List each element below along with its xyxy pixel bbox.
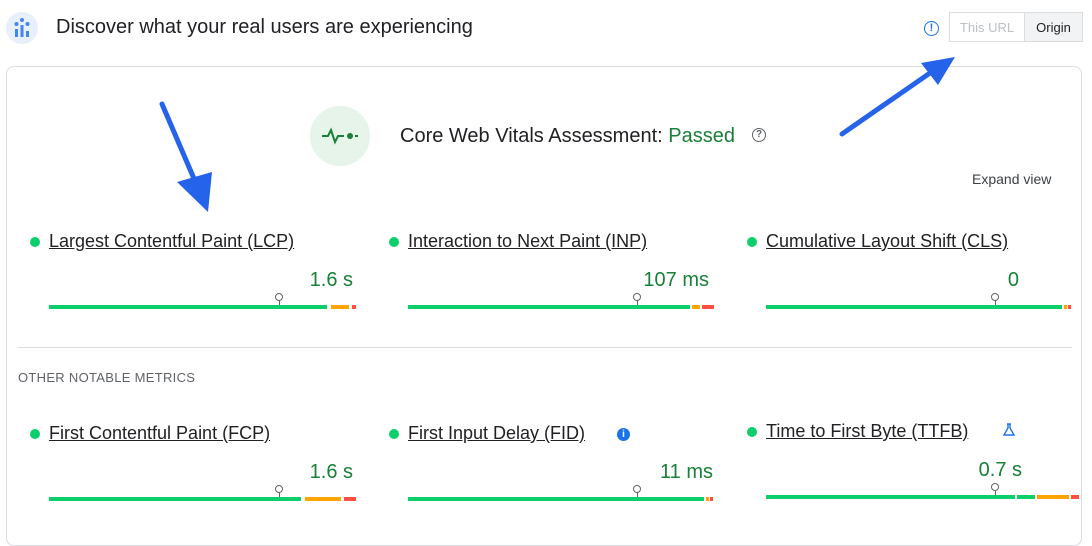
annotation-arrow-lcp: [159, 101, 212, 212]
annotation-arrow-toggle: [839, 57, 955, 137]
annotation-arrows: [159, 57, 955, 212]
